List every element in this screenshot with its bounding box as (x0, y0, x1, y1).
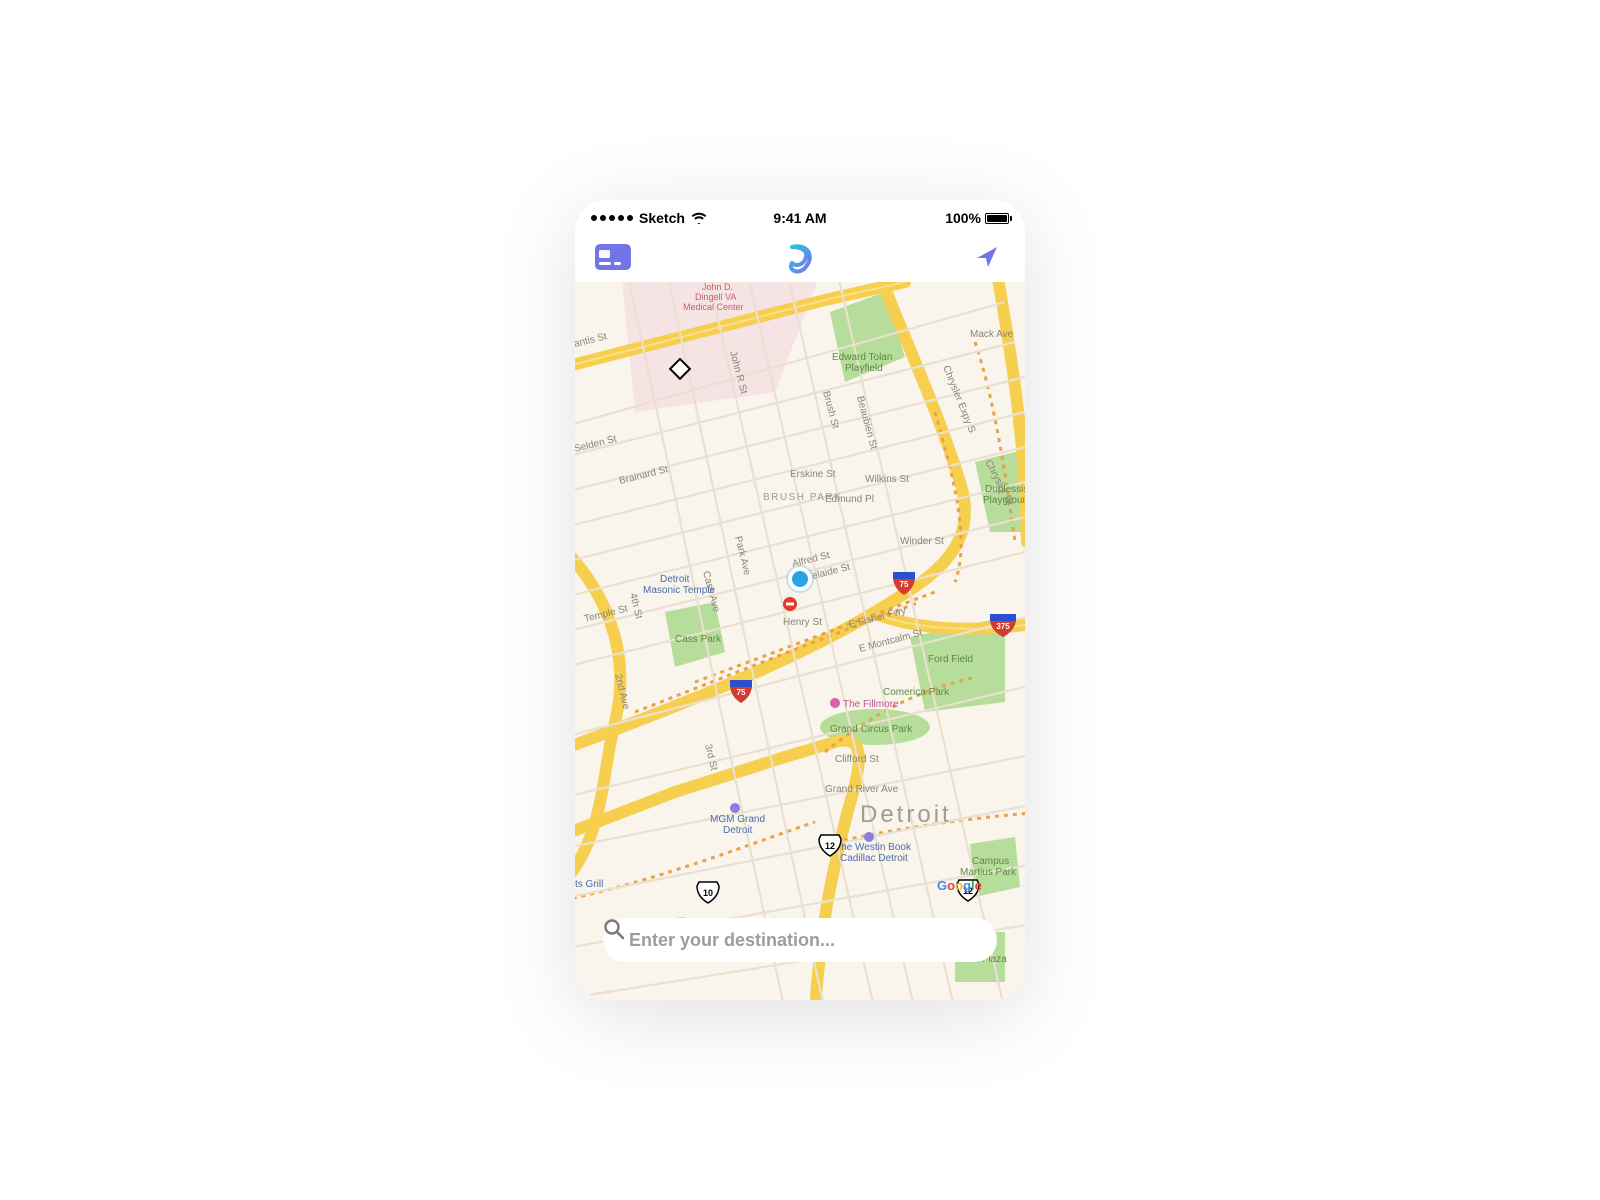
payment-button[interactable] (593, 244, 633, 274)
svg-text:Brainard St: Brainard St (618, 464, 669, 487)
svg-text:The Westin BookCadillac Detroi: The Westin BookCadillac Detroit (835, 842, 912, 864)
map-attribution: Google (937, 878, 982, 893)
recenter-button[interactable] (967, 244, 1007, 274)
svg-text:75: 75 (737, 688, 746, 697)
svg-text:3rd St: 3rd St (702, 743, 719, 772)
svg-text:10: 10 (703, 888, 713, 898)
svg-text:ts Grill: ts Grill (575, 879, 603, 890)
svg-text:Mack Ave: Mack Ave (970, 329, 1014, 340)
svg-text:Detroit: Detroit (860, 801, 952, 828)
navigation-arrow-icon (974, 244, 1000, 275)
svg-text:75: 75 (900, 580, 909, 589)
venue-pin-icon (830, 698, 840, 708)
status-bar: Sketch 9:41 AM 100% (575, 200, 1025, 236)
svg-text:CampusMartius Park: CampusMartius Park (960, 856, 1017, 878)
svg-text:DuplessisPlayground: DuplessisPlayground (983, 484, 1025, 506)
destination-input[interactable] (629, 930, 981, 951)
svg-text:12: 12 (825, 841, 835, 851)
hotel-pin-icon (864, 832, 874, 842)
app-logo-icon (781, 240, 819, 278)
svg-text:MGM GrandDetroit: MGM GrandDetroit (710, 814, 765, 836)
svg-text:antis St: antis St (575, 331, 608, 350)
svg-text:Park Ave: Park Ave (732, 535, 752, 577)
svg-text:Grand Circus Park: Grand Circus Park (830, 724, 913, 735)
credit-card-icon (595, 244, 631, 275)
shield-us10-icon: 10 (697, 882, 719, 903)
svg-text:Grand River Ave: Grand River Ave (825, 784, 899, 795)
svg-text:Clifford St: Clifford St (835, 754, 879, 765)
clock-label: 9:41 AM (575, 210, 1025, 226)
map-view[interactable]: Mack Ave Erskine St Edmund Pl Alfred St … (575, 282, 1025, 1000)
svg-text:Brush St: Brush St (820, 390, 841, 430)
svg-text:Henry St: Henry St (783, 617, 822, 628)
svg-text:Cass Park: Cass Park (675, 634, 722, 645)
svg-text:Winder St: Winder St (900, 536, 944, 547)
destination-search-bar[interactable] (603, 918, 997, 962)
shield-i75b-icon: 75 (730, 680, 752, 703)
user-location-dot-icon (788, 567, 812, 591)
svg-text:BRUSH PARK: BRUSH PARK (763, 492, 842, 503)
svg-text:Erskine St: Erskine St (790, 469, 836, 480)
svg-text:375: 375 (996, 622, 1010, 631)
svg-text:Beaubien St: Beaubien St (854, 395, 879, 451)
svg-text:Wilkins St: Wilkins St (865, 474, 909, 485)
no-entry-icon (783, 597, 797, 611)
svg-text:The Fillmore: The Fillmore (843, 699, 899, 710)
hotel-pin-icon (730, 803, 740, 813)
battery-icon (985, 213, 1009, 224)
svg-text:Selden St: Selden St (575, 434, 618, 455)
nav-bar (575, 236, 1025, 282)
phone-frame: Sketch 9:41 AM 100% (575, 200, 1025, 1000)
svg-text:Ford Field: Ford Field (928, 654, 973, 665)
svg-text:Comerica Park: Comerica Park (883, 687, 950, 698)
